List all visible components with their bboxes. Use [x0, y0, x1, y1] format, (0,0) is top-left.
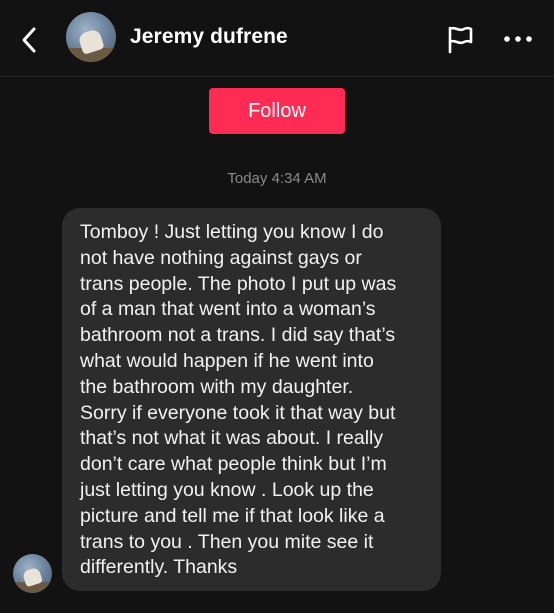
message-text: Tomboy ! Just letting you know I do not … — [80, 221, 397, 579]
chat-header: Jeremy dufrene — [0, 0, 554, 77]
more-options-button[interactable] — [498, 22, 538, 56]
contact-avatar[interactable] — [66, 12, 116, 62]
chat-screen: Jeremy dufrene Follow Today 4:34 AM Tomb… — [0, 0, 554, 613]
chevron-left-icon — [22, 27, 36, 53]
report-button[interactable] — [443, 22, 477, 56]
flag-icon — [448, 26, 473, 54]
sender-avatar[interactable] — [13, 554, 52, 593]
message-timestamp: Today 4:34 AM — [227, 170, 327, 187]
contact-name[interactable]: Jeremy dufrene — [130, 25, 288, 49]
follow-button[interactable]: Follow — [209, 88, 345, 134]
back-button[interactable] — [10, 20, 50, 60]
more-horizontal-icon — [504, 36, 532, 42]
message-bubble[interactable]: Tomboy ! Just letting you know I do not … — [62, 208, 441, 591]
